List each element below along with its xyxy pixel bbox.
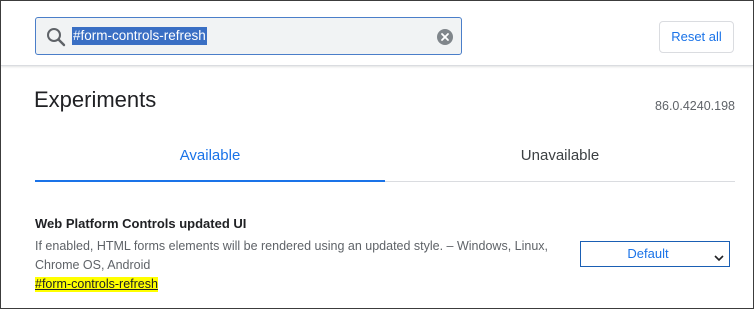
tab-bar: Available Unavailable [35,133,735,182]
chevron-down-icon [714,250,724,262]
tab-selected-indicator [35,180,385,182]
header-bar: #form-controls-refresh Reset all [1,1,753,66]
experiment-description: If enabled, HTML forms elements will be … [35,239,548,272]
close-icon[interactable] [437,29,453,45]
experiment-permalink[interactable]: #form-controls-refresh [35,277,158,292]
reset-all-button[interactable]: Reset all [659,21,734,53]
search-input[interactable]: #form-controls-refresh [35,17,462,55]
experiment-title: Web Platform Controls updated UI [35,216,247,231]
version-label: 86.0.4240.198 [655,99,735,113]
tab-available[interactable]: Available [35,133,385,179]
page-title: Experiments [34,87,157,112]
search-icon [45,26,67,48]
search-query-text[interactable]: #form-controls-refresh [72,27,207,45]
experiment-state-value: Default [627,246,669,261]
tab-unavailable[interactable]: Unavailable [385,133,735,179]
flags-page: #form-controls-refresh Reset all Experim… [0,0,754,309]
experiment-state-select[interactable]: Default [580,241,730,267]
